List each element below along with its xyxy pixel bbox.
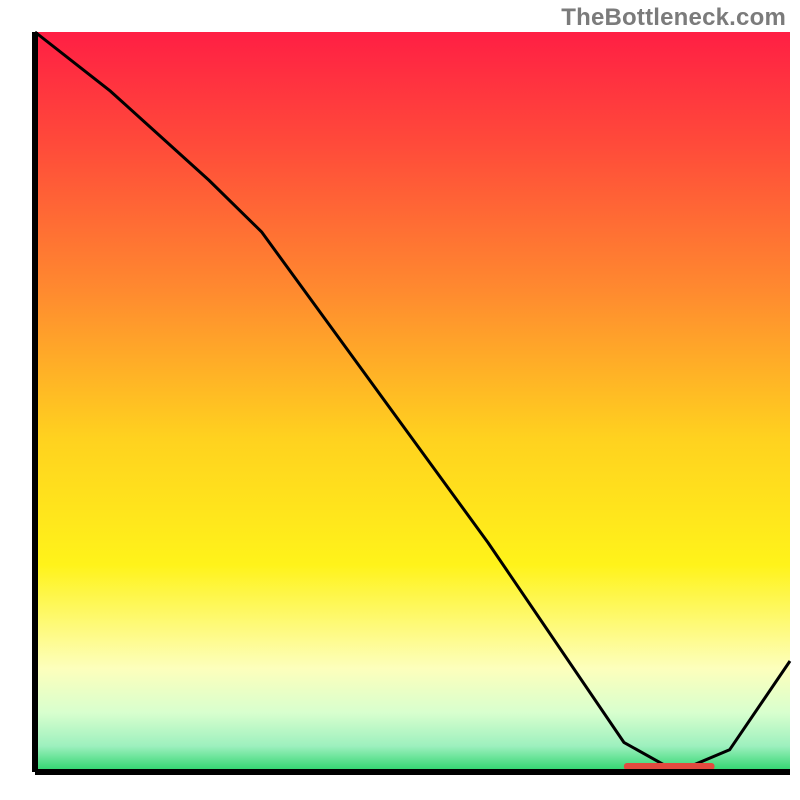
chart-background	[35, 32, 790, 772]
plot-area	[35, 32, 790, 772]
optimal-range-marker	[624, 763, 715, 770]
bottleneck-chart	[0, 0, 800, 800]
